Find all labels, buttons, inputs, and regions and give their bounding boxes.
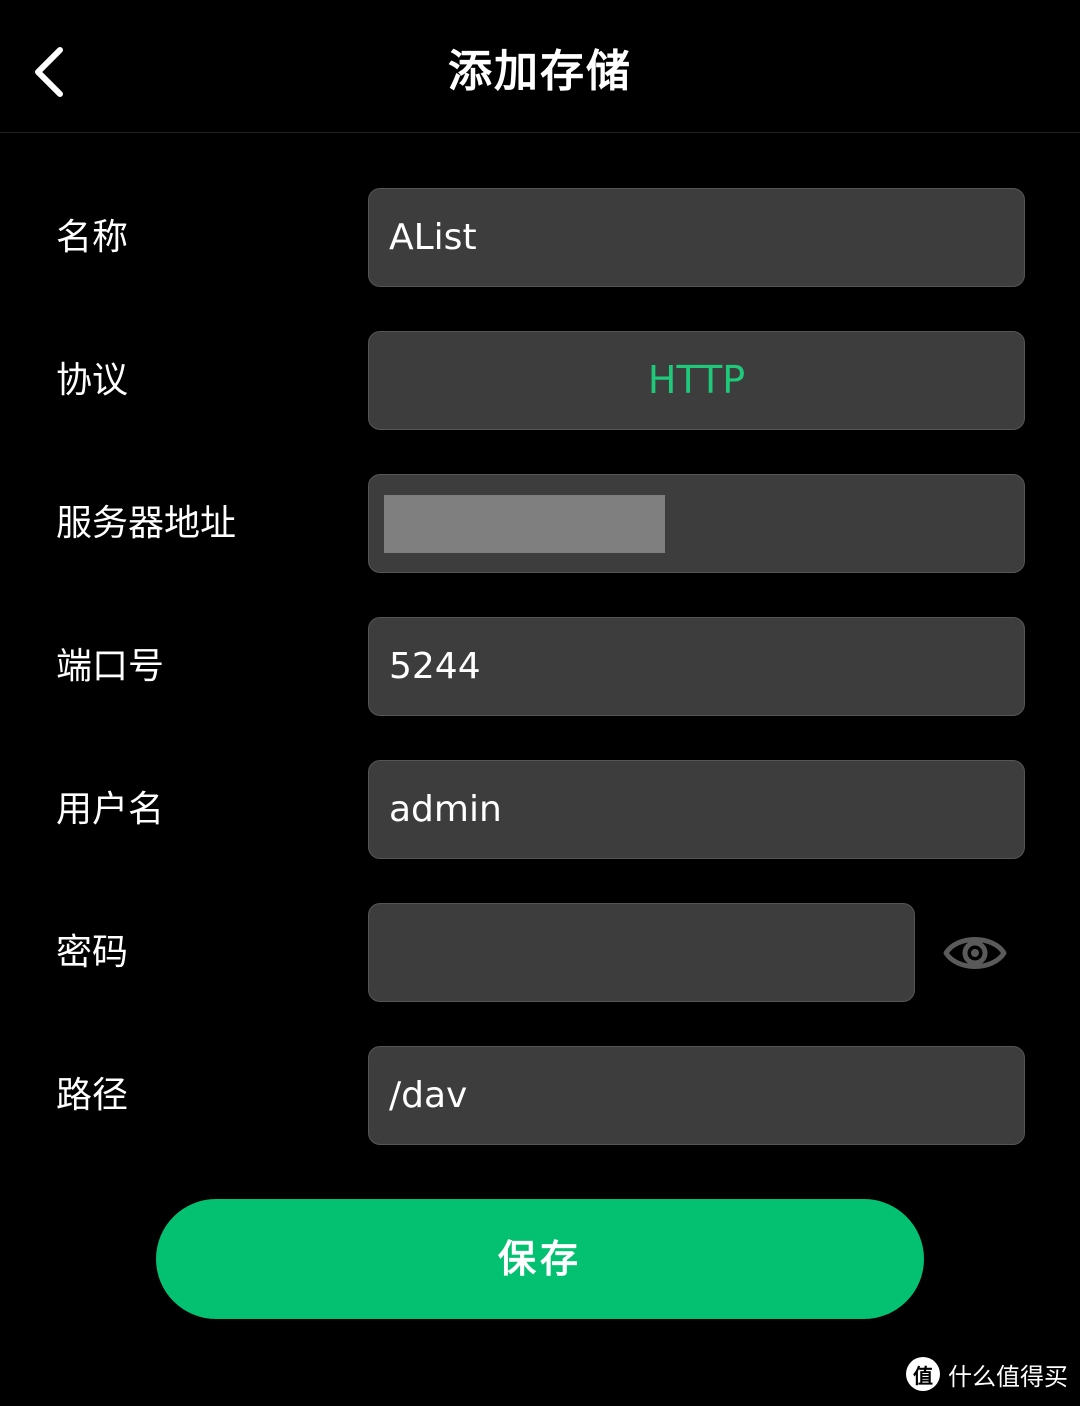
port-input[interactable]: 5244 [368,617,1025,716]
watermark: 值 什么值得买 [906,1350,1068,1398]
page-title: 添加存储 [448,46,632,97]
form-row-path: 路径 /dav [0,1046,1080,1146]
protocol-label: 协议 [56,360,129,401]
form-row-username: 用户名 admin [0,760,1080,860]
form-row-name: 名称 AList [0,188,1080,288]
form-row-protocol: 协议 HTTP [0,331,1080,431]
name-input[interactable]: AList [368,188,1025,287]
form-row-port: 端口号 5244 [0,617,1080,717]
server-address-input[interactable] [368,474,1025,573]
port-label: 端口号 [56,646,165,687]
watermark-logo-icon: 值 [906,1357,940,1391]
protocol-selector[interactable]: HTTP [368,331,1025,430]
header-bar: 添加存储 [0,0,1080,133]
password-visibility-toggle[interactable] [940,925,1010,981]
username-label: 用户名 [56,789,165,830]
form-row-password: 密码 [0,903,1080,1003]
username-input[interactable]: admin [368,760,1025,859]
watermark-text: 什么值得买 [948,1362,1068,1391]
save-button[interactable]: 保存 [156,1199,924,1319]
password-input[interactable] [368,903,915,1002]
eye-icon [943,937,1007,969]
server-address-label: 服务器地址 [56,503,237,544]
name-label: 名称 [56,217,129,258]
form-row-server: 服务器地址 [0,474,1080,574]
password-label: 密码 [56,932,129,973]
redacted-block [384,495,665,553]
path-input[interactable]: /dav [368,1046,1025,1145]
path-label: 路径 [56,1075,129,1116]
